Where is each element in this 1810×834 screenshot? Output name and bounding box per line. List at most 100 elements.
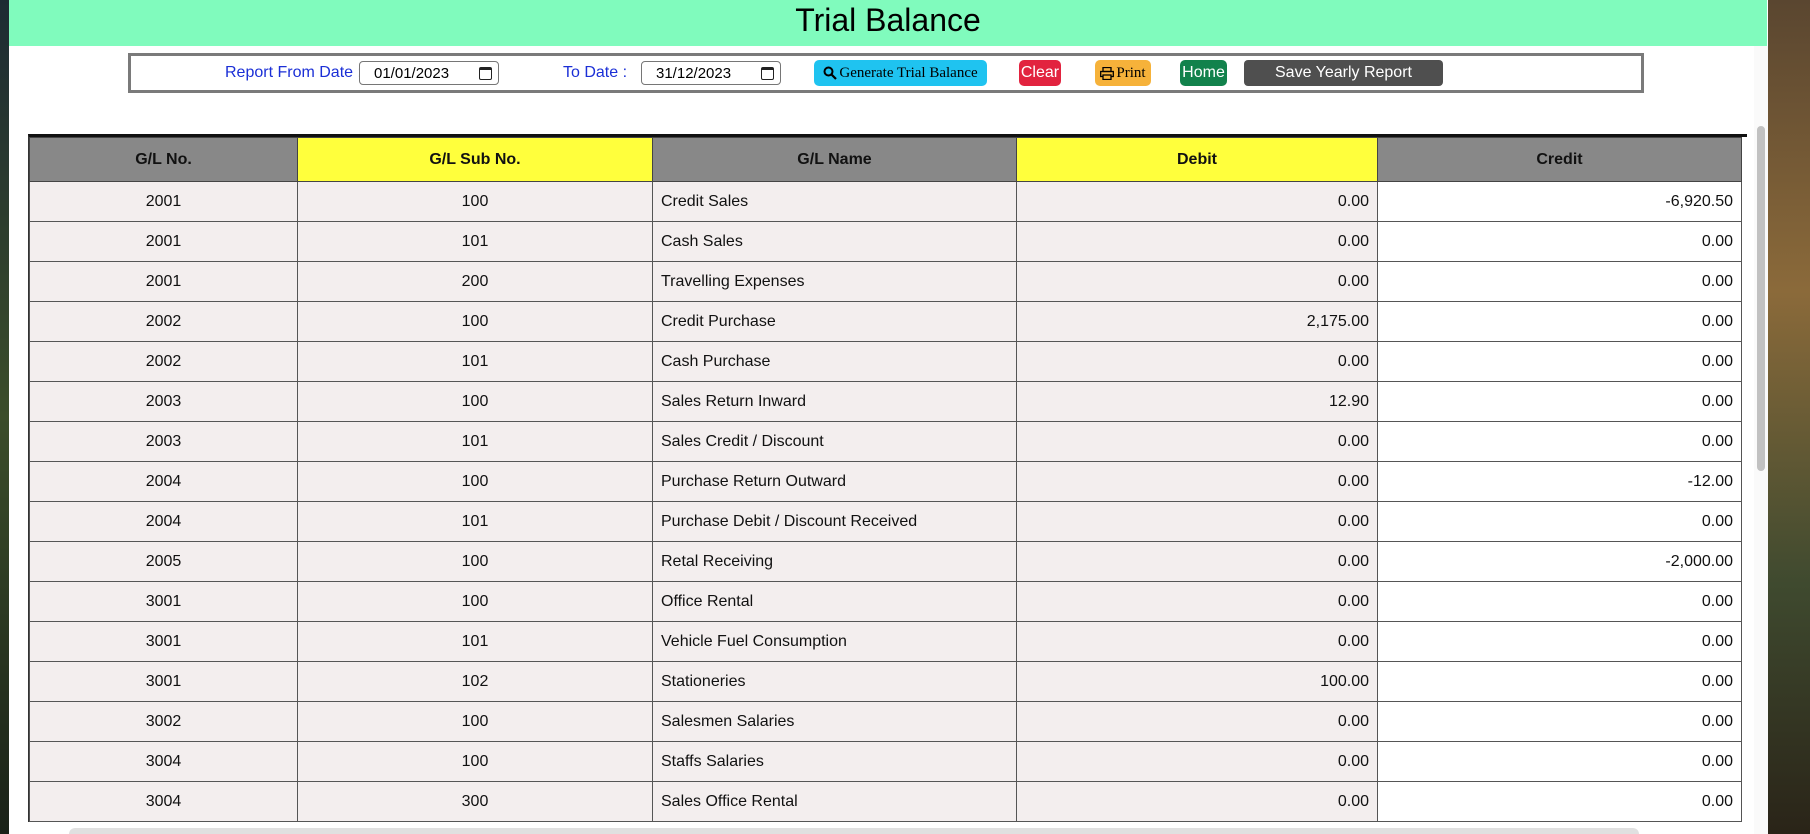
cell-gl-no: 2005 xyxy=(29,541,298,582)
cell-debit: 0.00 xyxy=(1016,421,1378,462)
cell-debit: 100.00 xyxy=(1016,661,1378,702)
table-row: 2002 100 Credit Purchase 2,175.00 0.00 xyxy=(29,301,1742,342)
cell-debit: 0.00 xyxy=(1016,621,1378,662)
cell-gl-no: 3002 xyxy=(29,701,298,742)
cell-credit: 0.00 xyxy=(1377,421,1742,462)
header-gl-no: G/L No. xyxy=(29,137,298,182)
trial-balance-table-wrap: G/L No. G/L Sub No. G/L Name Debit Credi… xyxy=(28,134,1747,822)
table-row: 2003 101 Sales Credit / Discount 0.00 0.00 xyxy=(29,421,1742,462)
generate-trial-balance-button[interactable]: Generate Trial Balance xyxy=(814,60,987,86)
desktop-background-right xyxy=(1768,0,1810,834)
header-credit: Credit xyxy=(1377,137,1742,182)
to-date-label-wrap: To Date : xyxy=(563,56,627,90)
to-date-label: To Date : xyxy=(563,64,628,81)
cell-credit: 0.00 xyxy=(1377,301,1742,342)
cell-gl-sub-no: 100 xyxy=(297,381,653,422)
table-body: 2001 100 Credit Sales 0.00 -6,920.50 2001 101 C… xyxy=(29,181,1742,822)
cell-debit: 0.00 xyxy=(1016,501,1378,542)
cell-credit: 0.00 xyxy=(1377,221,1742,262)
cell-gl-name: Salesmen Salaries xyxy=(652,701,1017,742)
cell-gl-name: Stationeries xyxy=(652,661,1017,702)
vertical-scrollbar[interactable] xyxy=(1754,46,1768,834)
calendar-icon[interactable] xyxy=(479,66,492,80)
cell-gl-sub-no: 100 xyxy=(297,701,653,742)
print-icon xyxy=(1100,66,1115,80)
title-banner: Trial Balance xyxy=(9,0,1767,46)
print-button[interactable]: Print xyxy=(1095,60,1151,86)
table-row: 3001 100 Office Rental 0.00 0.00 xyxy=(29,581,1742,622)
scrollbar-thumb[interactable] xyxy=(1757,126,1765,471)
clear-button[interactable]: Clear xyxy=(1019,60,1061,86)
to-date-input[interactable]: 31/12/2023 xyxy=(641,61,781,85)
table-row: 3001 101 Vehicle Fuel Consumption 0.00 0.00 xyxy=(29,621,1742,662)
cell-gl-sub-no: 102 xyxy=(297,661,653,702)
cell-gl-no: 2001 xyxy=(29,261,298,302)
cell-debit: 0.00 xyxy=(1016,581,1378,622)
cell-debit: 0.00 xyxy=(1016,461,1378,502)
page-title: Trial Balance xyxy=(795,2,981,38)
cell-credit: 0.00 xyxy=(1377,741,1742,782)
cell-credit: 0.00 xyxy=(1377,661,1742,702)
cell-gl-sub-no: 101 xyxy=(297,341,653,382)
cell-gl-sub-no: 101 xyxy=(297,421,653,462)
home-button[interactable]: Home xyxy=(1180,60,1227,86)
cell-credit: 0.00 xyxy=(1377,781,1742,822)
cell-gl-name: Retal Receiving xyxy=(652,541,1017,582)
table-header-row: G/L No. G/L Sub No. G/L Name Debit Credi… xyxy=(29,137,1742,182)
cell-gl-name: Staffs Salaries xyxy=(652,741,1017,782)
cell-credit: 0.00 xyxy=(1377,501,1742,542)
print-label: Print xyxy=(1116,64,1146,81)
cell-gl-sub-no: 100 xyxy=(297,301,653,342)
cell-gl-no: 2002 xyxy=(29,301,298,342)
cell-gl-name: Credit Purchase xyxy=(652,301,1017,342)
cell-gl-no: 2001 xyxy=(29,181,298,222)
cell-gl-no: 3001 xyxy=(29,621,298,662)
calendar-icon[interactable] xyxy=(761,66,774,80)
to-date-wrap: 31/12/2023 xyxy=(641,56,781,90)
table-row: 2001 200 Travelling Expenses 0.00 0.00 xyxy=(29,261,1742,302)
to-date-value: 31/12/2023 xyxy=(656,64,732,82)
from-date-input[interactable]: 01/01/2023 xyxy=(359,61,499,85)
report-controls: Report From Date : 01/01/2023 To Date : … xyxy=(128,53,1644,93)
cell-gl-name: Cash Purchase xyxy=(652,341,1017,382)
cell-gl-name: Purchase Debit / Discount Received xyxy=(652,501,1017,542)
cell-credit: 0.00 xyxy=(1377,261,1742,302)
cell-credit: -2,000.00 xyxy=(1377,541,1742,582)
table-row: 2001 100 Credit Sales 0.00 -6,920.50 xyxy=(29,181,1742,222)
generate-wrap: Generate Trial Balance xyxy=(814,56,987,90)
cell-debit: 0.00 xyxy=(1016,341,1378,382)
from-date-wrap: 01/01/2023 xyxy=(359,56,499,90)
from-date-label: Report From Date : xyxy=(225,64,362,81)
cell-gl-name: Travelling Expenses xyxy=(652,261,1017,302)
browser-window: Trial Balance Report From Date : 01/01/2… xyxy=(9,0,1768,834)
cell-gl-sub-no: 100 xyxy=(297,541,653,582)
table-row: 3001 102 Stationeries 100.00 0.00 xyxy=(29,661,1742,702)
desktop-background-left xyxy=(0,0,9,834)
cell-debit: 0.00 xyxy=(1016,701,1378,742)
cell-gl-no: 3001 xyxy=(29,581,298,622)
cell-gl-sub-no: 101 xyxy=(297,221,653,262)
cell-credit: 0.00 xyxy=(1377,621,1742,662)
header-debit: Debit xyxy=(1016,137,1378,182)
cell-credit: 0.00 xyxy=(1377,381,1742,422)
cell-gl-name: Sales Credit / Discount xyxy=(652,421,1017,462)
cell-gl-no: 2003 xyxy=(29,381,298,422)
cell-gl-no: 2001 xyxy=(29,221,298,262)
cell-gl-name: Credit Sales xyxy=(652,181,1017,222)
table-row: 2003 100 Sales Return Inward 12.90 0.00 xyxy=(29,381,1742,422)
cell-gl-name: Vehicle Fuel Consumption xyxy=(652,621,1017,662)
table-row: 2004 101 Purchase Debit / Discount Receive… xyxy=(29,501,1742,542)
search-icon xyxy=(823,66,838,80)
table-row: 2005 100 Retal Receiving 0.00 -2,000.00 xyxy=(29,541,1742,582)
cell-gl-name: Sales Office Rental xyxy=(652,781,1017,822)
header-gl-sub-no: G/L Sub No. xyxy=(297,137,653,182)
save-yearly-report-button[interactable]: Save Yearly Report xyxy=(1244,60,1443,86)
table-row: 2004 100 Purchase Return Outward 0.00 -12.00 xyxy=(29,461,1742,502)
table-row: 2002 101 Cash Purchase 0.00 0.00 xyxy=(29,341,1742,382)
cell-gl-no: 3004 xyxy=(29,781,298,822)
cell-credit: 0.00 xyxy=(1377,341,1742,382)
cell-debit: 0.00 xyxy=(1016,541,1378,582)
cell-credit: -6,920.50 xyxy=(1377,181,1742,222)
clear-wrap: Clear xyxy=(1019,56,1061,90)
cell-debit: 0.00 xyxy=(1016,221,1378,262)
